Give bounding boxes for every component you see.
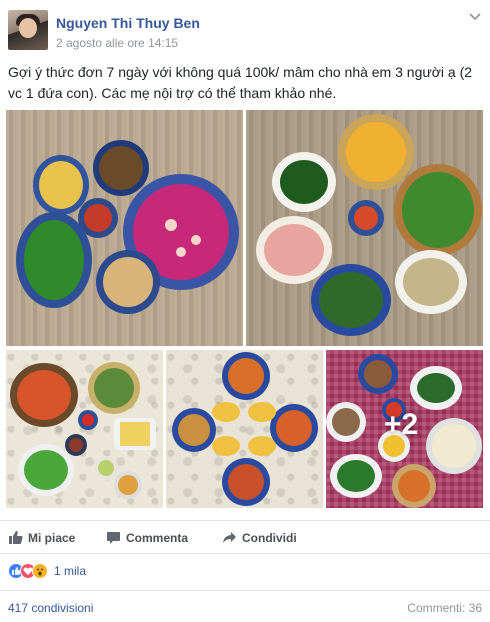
post-caption: Gợi ý thức đơn 7 ngày với không quá 100k… <box>8 64 473 101</box>
comments-count[interactable]: Commenti: 36 <box>407 601 482 615</box>
wow-icon <box>32 563 48 579</box>
comment-icon <box>106 530 121 545</box>
more-photos-count: +2 <box>384 408 419 441</box>
photo-2[interactable] <box>246 110 483 346</box>
share-label: Condividi <box>242 531 297 545</box>
more-photos-overlay[interactable]: +2 <box>326 350 483 508</box>
share-arrow-icon <box>222 530 237 545</box>
thumbs-up-icon <box>8 530 23 545</box>
like-label: Mi piace <box>28 531 76 545</box>
reactions-summary[interactable]: 1 mila <box>8 563 208 581</box>
shares-count[interactable]: 417 condivisioni <box>8 601 93 615</box>
post-timestamp[interactable]: 2 agosto alle ore 14:15 <box>56 36 178 50</box>
reaction-count[interactable]: 1 mila <box>54 564 86 578</box>
comment-label: Commenta <box>126 531 189 545</box>
post-footer: 417 condivisioni Commenti: 36 <box>0 590 490 622</box>
author-name[interactable]: Nguyen Thi Thuy Ben <box>56 15 200 31</box>
avatar-face <box>19 18 37 38</box>
chevron-down-icon[interactable] <box>468 12 482 26</box>
author-avatar[interactable] <box>8 10 48 50</box>
photo-grid: +2 <box>0 110 490 510</box>
photo-1[interactable] <box>6 110 243 346</box>
post-header: Nguyen Thi Thuy Ben 2 agosto alle ore 14… <box>8 10 482 54</box>
photo-3[interactable] <box>6 350 163 508</box>
photo-5[interactable]: +2 <box>326 350 483 508</box>
action-bar: Mi piace Commenta Condividi <box>0 520 490 554</box>
photo-4[interactable] <box>166 350 323 508</box>
facebook-post: Nguyen Thi Thuy Ben 2 agosto alle ore 14… <box>0 0 490 622</box>
